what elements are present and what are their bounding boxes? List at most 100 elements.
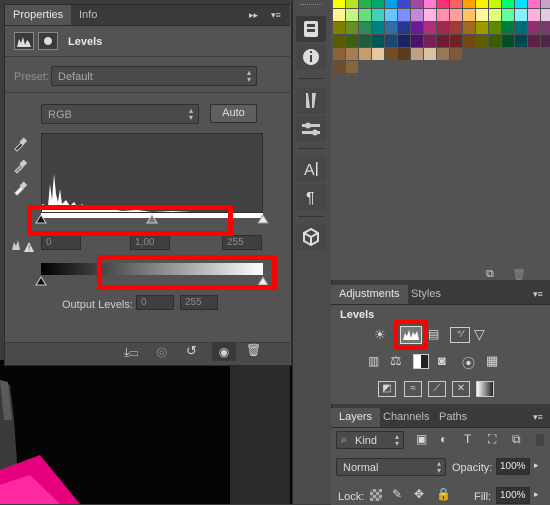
view-previous-state-icon[interactable]: ◎ <box>156 344 167 360</box>
layer-filter-dropdown[interactable]: ⌕ Kind ▴ ▾ <box>336 431 404 449</box>
lock-all-icon[interactable]: 🔒 <box>436 487 451 501</box>
panel-menu-icon[interactable]: ▾≡ <box>533 408 543 427</box>
white-point-eyedropper-icon[interactable] <box>12 180 28 196</box>
color-swatch[interactable] <box>515 9 527 21</box>
color-swatch[interactable] <box>333 9 345 21</box>
color-swatch[interactable] <box>450 0 462 8</box>
brush-presets-strip-button[interactable] <box>296 88 326 114</box>
panel-menu-icon[interactable]: ▾≡ <box>533 285 543 304</box>
opacity-slider-arrow-icon[interactable]: ▸ <box>534 460 539 471</box>
color-swatch[interactable] <box>437 22 449 34</box>
color-swatch[interactable] <box>437 0 449 8</box>
color-swatch[interactable] <box>359 48 371 60</box>
clipping-warning-icon[interactable]: ! <box>10 238 34 254</box>
color-swatch[interactable] <box>450 48 462 60</box>
tab-channels[interactable]: Channels <box>375 408 437 427</box>
color-swatch[interactable] <box>424 48 436 60</box>
color-swatch[interactable] <box>489 35 501 47</box>
filter-type-icon[interactable]: T <box>464 432 471 446</box>
color-swatch[interactable] <box>385 48 397 60</box>
filter-adjustment-icon[interactable]: ◐ <box>440 432 447 446</box>
gradient-map-icon[interactable] <box>476 381 494 397</box>
tab-properties[interactable]: Properties <box>5 5 72 25</box>
color-swatch[interactable] <box>346 22 358 34</box>
color-swatch[interactable] <box>346 35 358 47</box>
properties-strip-button[interactable] <box>296 16 326 42</box>
output-black-field[interactable]: 0 <box>136 295 174 310</box>
curves-icon[interactable]: ▤ <box>428 327 439 341</box>
color-swatch[interactable] <box>385 9 397 21</box>
color-swatch[interactable] <box>515 22 527 34</box>
color-swatch[interactable] <box>372 9 384 21</box>
tab-layers[interactable]: Layers <box>331 408 381 427</box>
3d-strip-button[interactable] <box>296 224 326 250</box>
color-swatch[interactable] <box>333 0 345 8</box>
color-swatch[interactable] <box>333 22 345 34</box>
color-swatch[interactable] <box>398 35 410 47</box>
filter-toggle[interactable] <box>536 434 544 446</box>
color-swatch[interactable] <box>437 35 449 47</box>
filter-pixel-icon[interactable]: ▣ <box>416 432 427 446</box>
color-swatch[interactable] <box>437 9 449 21</box>
color-swatch[interactable] <box>502 9 514 21</box>
color-swatch[interactable] <box>463 22 475 34</box>
color-swatch[interactable] <box>502 22 514 34</box>
input-gamma-field[interactable]: 1,00 <box>130 235 170 250</box>
color-swatch[interactable] <box>515 35 527 47</box>
color-swatch[interactable] <box>450 35 462 47</box>
invert-icon[interactable]: ◩ <box>378 381 396 397</box>
color-swatch[interactable] <box>463 0 475 8</box>
color-swatch[interactable] <box>424 22 436 34</box>
strip-grip[interactable] <box>300 4 322 9</box>
brush-settings-strip-button[interactable] <box>296 116 326 142</box>
color-swatch[interactable] <box>463 35 475 47</box>
fill-slider-arrow-icon[interactable]: ▸ <box>534 489 539 500</box>
photo-filter-icon[interactable]: ◙ <box>438 353 446 368</box>
input-white-slider[interactable] <box>257 214 269 224</box>
color-swatch[interactable] <box>398 0 410 8</box>
panel-menu-icon[interactable]: ▾≡ <box>271 5 281 25</box>
color-balance-icon[interactable]: ⚖ <box>390 353 402 369</box>
color-swatch[interactable] <box>489 9 501 21</box>
channel-dropdown[interactable]: RGB ▴ ▾ <box>41 104 199 124</box>
tab-paths[interactable]: Paths <box>431 408 475 427</box>
info-strip-button[interactable] <box>296 44 326 70</box>
color-swatch[interactable] <box>489 0 501 8</box>
color-swatch[interactable] <box>359 35 371 47</box>
color-swatch[interactable] <box>385 22 397 34</box>
vibrance-icon[interactable]: ▽ <box>474 326 485 343</box>
color-swatch[interactable] <box>450 22 462 34</box>
color-swatch[interactable] <box>372 35 384 47</box>
color-swatch[interactable] <box>359 22 371 34</box>
color-swatch[interactable] <box>450 9 462 21</box>
color-swatch[interactable] <box>424 0 436 8</box>
preset-dropdown[interactable]: Default ▴ ▾ <box>51 66 257 86</box>
collapse-icon[interactable]: ▸▸ <box>249 5 258 25</box>
color-swatch[interactable] <box>541 0 550 8</box>
auto-button[interactable]: Auto <box>210 104 257 123</box>
color-swatch[interactable] <box>502 0 514 8</box>
swatches-grid[interactable] <box>331 0 550 80</box>
hue-saturation-icon[interactable]: ▥ <box>368 354 379 368</box>
threshold-icon[interactable]: ⟋ <box>428 381 446 397</box>
color-swatch[interactable] <box>333 35 345 47</box>
color-swatch[interactable] <box>385 0 397 8</box>
color-swatch[interactable] <box>333 48 345 60</box>
filter-smart-object-icon[interactable]: ⧉ <box>512 432 521 447</box>
posterize-icon[interactable]: ≈ <box>404 381 422 397</box>
color-swatch[interactable] <box>541 22 550 34</box>
lock-image-icon[interactable]: ✎ <box>392 487 402 501</box>
output-black-slider[interactable] <box>35 276 47 286</box>
color-swatch[interactable] <box>541 35 550 47</box>
color-lookup-icon[interactable]: ▦ <box>486 353 498 369</box>
exposure-icon[interactable]: ⁺∕ <box>450 327 470 343</box>
color-swatch[interactable] <box>528 9 540 21</box>
visibility-eye-icon[interactable]: ◉ <box>212 343 236 361</box>
channel-mixer-icon[interactable]: ⦿ <box>462 353 475 372</box>
input-white-field[interactable]: 255 <box>222 235 262 250</box>
black-point-eyedropper-icon[interactable] <box>12 136 28 152</box>
color-swatch[interactable] <box>385 35 397 47</box>
color-swatch[interactable] <box>346 61 358 73</box>
color-swatch[interactable] <box>359 0 371 8</box>
color-swatch[interactable] <box>398 48 410 60</box>
